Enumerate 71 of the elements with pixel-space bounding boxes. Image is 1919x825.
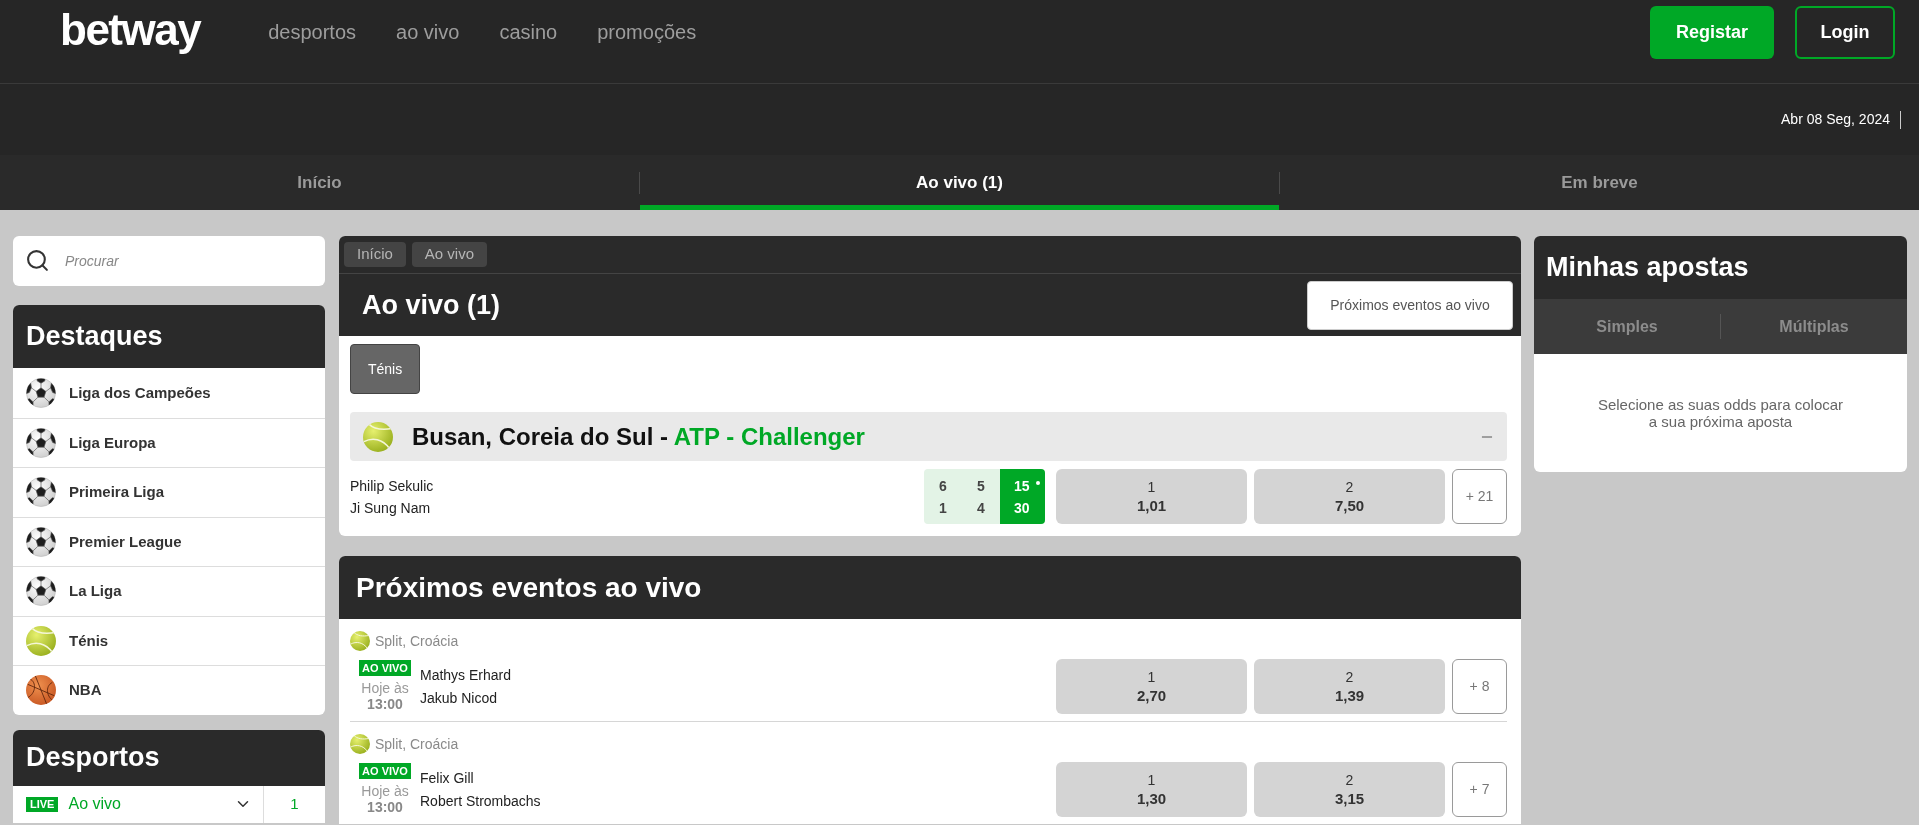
odds-button[interactable]: 2 3,15 [1254, 762, 1445, 817]
breadcrumb-link[interactable]: Início [344, 242, 406, 267]
player-name: Jakub Nicod [420, 689, 499, 707]
more-markets-button[interactable]: + 21 [1452, 469, 1507, 524]
empty-slip-message: Selecione as suas odds para colocar a sua próxima aposta [1596, 396, 1845, 430]
live-badge: AO VIVO [359, 763, 411, 779]
sidebar-item[interactable]: Liga dos Campeões [13, 368, 325, 418]
football-icon [26, 427, 56, 458]
location-label: Split, Croácia [375, 734, 459, 754]
start-day: Hoje às [361, 783, 409, 799]
competition-title: Busan, Coreia do Sul - ATP - Challenger [412, 421, 865, 452]
nav-link[interactable]: ao vivo [396, 17, 460, 47]
search-icon [25, 248, 50, 273]
search-field[interactable]: Procurar [13, 236, 325, 286]
breadcrumb-link[interactable]: Ao vivo [411, 242, 488, 267]
card-title: Próximos eventos ao vivo [356, 570, 702, 605]
odds-button[interactable]: 1 2,70 [1056, 659, 1247, 714]
sidebar-item[interactable]: Ténis [13, 615, 325, 665]
football-icon [26, 526, 56, 557]
player-name: Felix Gill [420, 769, 475, 787]
nav-link[interactable]: promoções [597, 17, 697, 47]
odds-button[interactable]: 2 7,50 [1254, 469, 1445, 524]
tab[interactable]: Ao vivo (1) [640, 155, 1279, 210]
tennis-ball-icon [350, 734, 370, 754]
event-count: 1 [289, 793, 300, 814]
football-icon [26, 576, 56, 607]
player-name: Mathys Erhard [420, 666, 513, 684]
start-time: 13:00 [367, 696, 403, 712]
sidebar-item[interactable]: Primeira Liga [13, 467, 325, 517]
live-badge: LIVE [26, 796, 59, 812]
card-title: Minhas apostas [1546, 251, 1749, 285]
live-badge: AO VIVO [359, 660, 411, 676]
start-time: 13:00 [367, 799, 403, 815]
start-day: Hoje às [361, 680, 409, 696]
nav-link[interactable]: desportos [268, 17, 356, 47]
card-title: Desportos [26, 741, 160, 775]
tennis-ball-icon [363, 421, 393, 452]
sport-filter-chip[interactable]: Ténis [350, 344, 421, 394]
login-button[interactable]: Login [1795, 5, 1895, 59]
more-markets-button[interactable]: + 8 [1452, 659, 1507, 714]
set-score: 5 [977, 476, 985, 495]
tennis-ball-icon [350, 631, 370, 651]
sidebar-item[interactable]: NBA [13, 665, 325, 715]
more-markets-button[interactable]: + 7 [1452, 762, 1507, 817]
logo[interactable]: betway [60, 8, 201, 56]
player-name: Ji Sung Nam [350, 498, 432, 517]
tennis-ball-icon [26, 625, 56, 656]
odds-button[interactable]: 2 1,39 [1254, 659, 1445, 714]
game-score: 30 [1014, 498, 1030, 517]
player-name: Robert Strombachs [420, 792, 542, 810]
player-name: Philip Sekulic [350, 476, 435, 495]
game-score: 15 [1014, 476, 1030, 495]
sidebar-item[interactable]: Liga Europa [13, 417, 325, 467]
sidebar-item[interactable]: La Liga [13, 566, 325, 616]
tab[interactable]: Em breve [1280, 155, 1919, 210]
page-title: Ao vivo (1) [362, 288, 501, 322]
date-label: Abr 08 Seg, 2024 [1781, 110, 1890, 129]
set-score: 6 [939, 476, 947, 495]
tab[interactable]: Início [0, 155, 639, 210]
basketball-icon [26, 675, 56, 706]
location-label: Split, Croácia [375, 631, 459, 651]
football-icon [26, 377, 56, 408]
set-score: 1 [939, 498, 947, 517]
football-icon [26, 477, 56, 508]
card-title: Destaques [26, 320, 163, 354]
set-score: 4 [977, 498, 985, 517]
odds-button[interactable]: 1 1,30 [1056, 762, 1247, 817]
nav-link[interactable]: casino [499, 17, 558, 47]
upcoming-events-button[interactable]: Próximos eventos ao vivo [1307, 280, 1513, 330]
odds-button[interactable]: 1 1,01 [1056, 469, 1247, 524]
sidebar-item[interactable]: Premier League [13, 516, 325, 566]
